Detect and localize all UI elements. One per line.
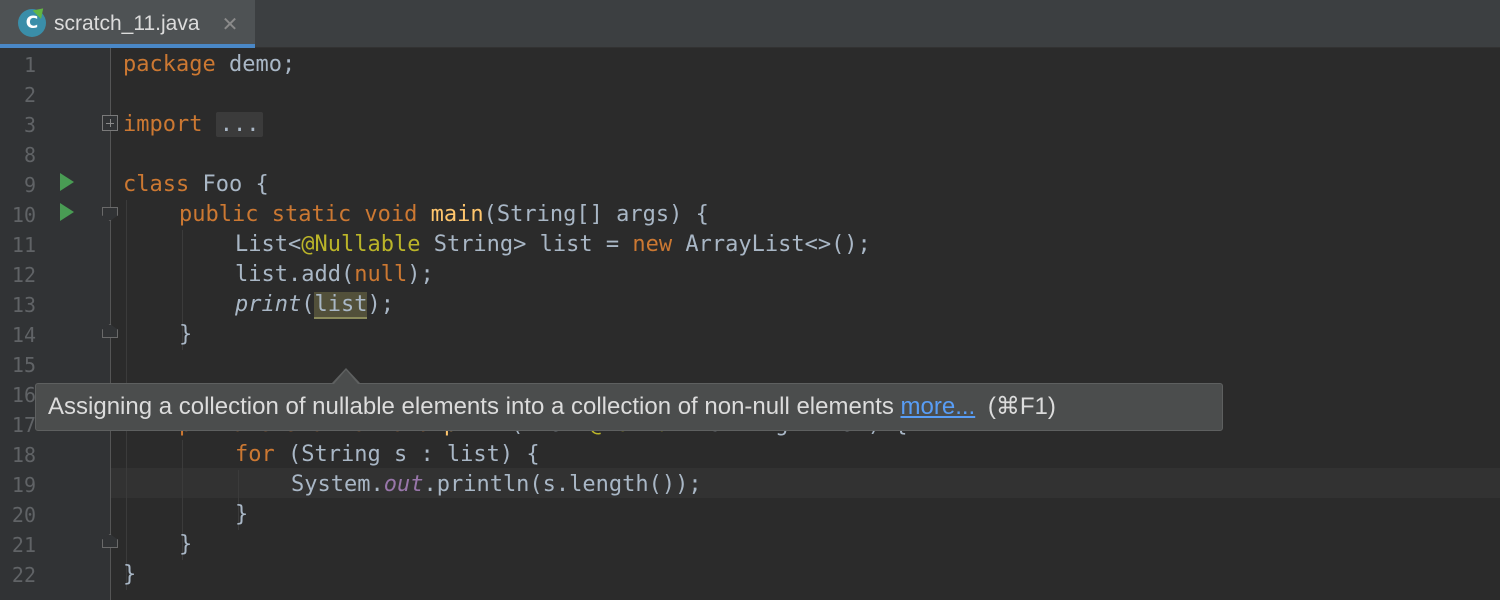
close-icon[interactable]: ✕ — [220, 10, 240, 38]
code-line-12: list.add(null); — [235, 260, 434, 290]
line-number: 13 — [11, 293, 36, 317]
fold-expand-icon[interactable] — [102, 115, 118, 131]
tooltip-arrow — [334, 370, 358, 384]
java-class-icon-letter: C — [25, 13, 39, 33]
line-number: 20 — [11, 503, 36, 527]
line-number: 22 — [11, 563, 36, 587]
run-class-icon[interactable] — [60, 173, 74, 191]
tooltip-message: Assigning a collection of nullable eleme… — [48, 393, 894, 420]
line-number: 10 — [11, 203, 36, 227]
code-text: ArrayList<>(); — [672, 232, 871, 257]
code-line-13: print(list); — [235, 290, 394, 320]
code-line-18: for (String s : list) { — [235, 440, 540, 470]
code-text: (String s : list) { — [274, 442, 540, 467]
inspection-tooltip: Assigning a collection of nullable eleme… — [35, 383, 1223, 431]
code-text: Foo { — [189, 172, 269, 197]
annotation: @Nullable — [301, 232, 421, 257]
code-text: List< — [235, 232, 302, 257]
code-text: (String[] args) { — [483, 202, 709, 227]
tab-scratch-file[interactable]: C scratch_11.java ✕ — [0, 0, 255, 48]
code-text: demo; — [215, 52, 296, 77]
keyword: package — [123, 52, 216, 77]
keyword: public static void — [179, 202, 418, 227]
line-number: 2 — [23, 83, 36, 107]
code-line-20: } — [235, 502, 249, 527]
method-name: main — [430, 202, 484, 227]
code-line-14: } — [179, 322, 193, 347]
line-number: 8 — [23, 143, 36, 167]
static-field: out — [383, 472, 424, 497]
code-line-9: class Foo { — [123, 170, 269, 200]
keyword: for — [235, 442, 275, 467]
code-line-19: System.out.println(s.length()); — [291, 470, 702, 500]
line-number: 14 — [11, 323, 36, 347]
line-number: 18 — [11, 443, 36, 467]
method-call: print — [235, 292, 302, 317]
keyword: new — [632, 232, 673, 257]
run-main-icon[interactable] — [60, 203, 74, 221]
shortcut-hint: (⌘F1) — [987, 393, 1056, 420]
plus-vertical — [110, 119, 111, 127]
code-text: list.add( — [235, 262, 355, 287]
code-text: String> list = — [420, 232, 633, 257]
line-number: 12 — [11, 263, 36, 287]
line-number: 17 — [11, 413, 36, 437]
code-editor[interactable]: 1 2 3 8 9 10 11 12 13 14 15 16 17 18 19 … — [0, 48, 1500, 600]
line-number: 16 — [11, 383, 36, 407]
keyword: import — [123, 112, 203, 137]
code-line-10: public static void main(String[] args) { — [179, 200, 709, 230]
java-class-icon: C — [18, 4, 48, 37]
warning-highlight[interactable]: list — [314, 292, 368, 319]
line-number: 1 — [23, 53, 36, 77]
line-number: 21 — [11, 533, 36, 557]
code-text: System. — [291, 472, 384, 497]
line-number: 19 — [11, 473, 36, 497]
code-text: ( — [301, 292, 315, 317]
line-number: 3 — [23, 113, 36, 137]
folded-imports[interactable]: ... — [215, 112, 264, 137]
keyword: null — [354, 262, 408, 287]
code-text: ); — [367, 292, 394, 317]
keyword: class — [123, 172, 190, 197]
code-line-21: } — [179, 532, 193, 557]
code-line-22: } — [123, 562, 137, 587]
line-number: 11 — [11, 233, 36, 257]
line-number: 9 — [23, 173, 36, 197]
code-text: .println(s.length()); — [423, 472, 702, 497]
editor-tab-bar: C scratch_11.java ✕ — [0, 0, 1500, 48]
code-line-1: package demo; — [123, 50, 295, 80]
tab-file-name: scratch_11.java — [54, 12, 200, 35]
code-line-11: List<@Nullable String> list = new ArrayL… — [235, 230, 871, 260]
line-number: 15 — [11, 353, 36, 377]
more-link[interactable]: more... — [901, 393, 976, 420]
code-text: ); — [407, 262, 434, 287]
code-line-3: import ... — [123, 110, 264, 140]
